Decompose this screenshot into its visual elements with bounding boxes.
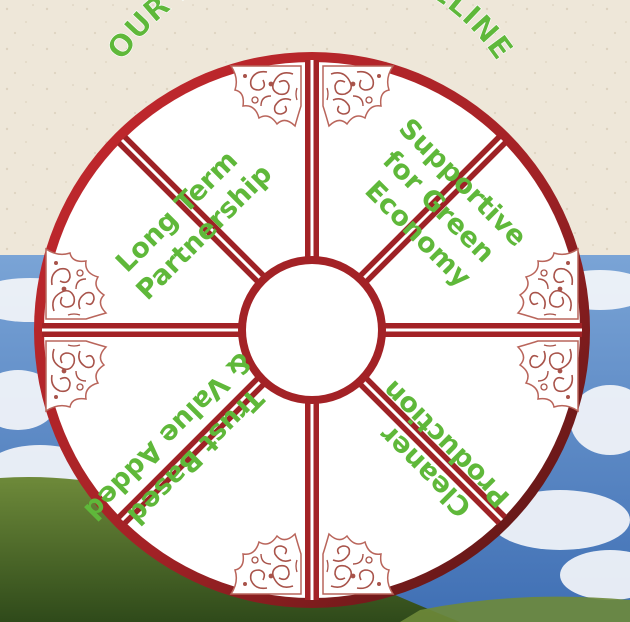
guideline-wheel [34, 52, 590, 608]
business-guideline-scene: OUR BUSINESS GUIDELINE Long Term [0, 0, 630, 622]
center-hub [246, 264, 378, 396]
